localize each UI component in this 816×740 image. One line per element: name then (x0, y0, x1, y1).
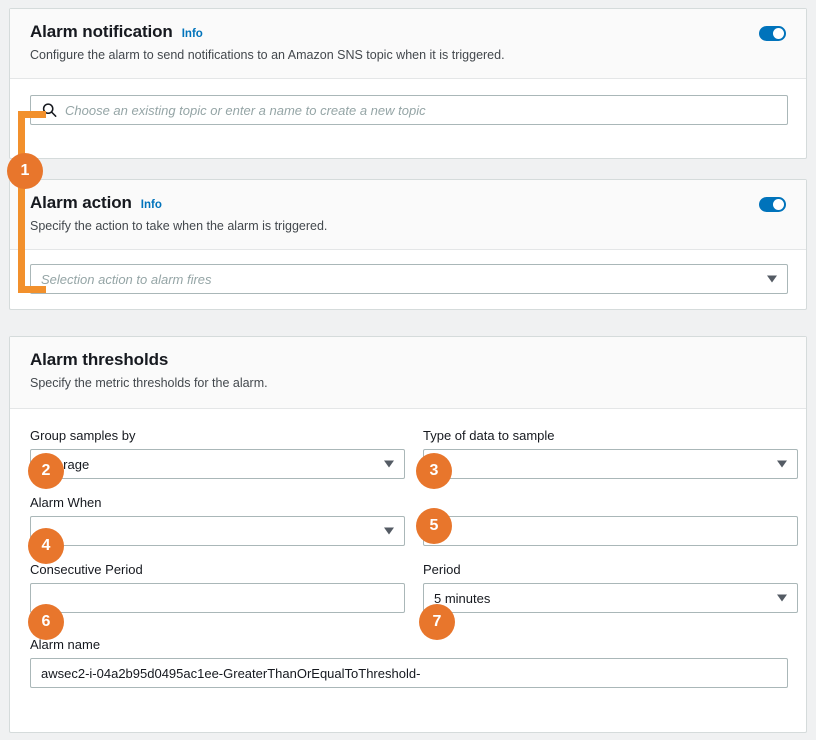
consecutive-period-input[interactable] (30, 583, 405, 613)
alarm-name-input[interactable]: awsec2-i-04a2b95d0495ac1ee-GreaterThanOr… (30, 658, 788, 688)
alarm-notification-card: Alarm notification Info Configure the al… (9, 8, 807, 159)
threshold-value-field (423, 495, 798, 546)
alarm-notification-toggle[interactable] (759, 26, 786, 41)
alarm-action-info-link[interactable]: Info (141, 199, 162, 211)
alarm-notification-info-link[interactable]: Info (182, 28, 203, 40)
type-of-data-to-sample-select[interactable] (423, 449, 798, 479)
annotation-badge-1: 1 (7, 153, 43, 189)
group-samples-by-label: Group samples by (30, 428, 405, 444)
alarm-thresholds-body: Group samples by Average Type of data to… (10, 409, 806, 706)
alarm-action-header: Alarm action Info Specify the action to … (10, 180, 806, 250)
alarm-name-field: Alarm name awsec2-i-04a2b95d0495ac1ee-Gr… (30, 637, 786, 688)
alarm-when-label: Alarm When (30, 495, 405, 511)
chevron-down-icon (777, 461, 787, 468)
alarm-when-select[interactable] (30, 516, 405, 546)
group-samples-by-select[interactable]: Average (30, 449, 405, 479)
annotation-badge-7: 7 (419, 604, 455, 640)
annotation-badge-4-number: 4 (42, 537, 51, 555)
chevron-down-icon (384, 528, 394, 535)
alarm-notification-description: Configure the alarm to send notification… (30, 47, 786, 64)
type-of-data-to-sample-label: Type of data to sample (423, 428, 798, 444)
bracket-bottom-arm (18, 286, 46, 293)
sns-topic-placeholder: Choose an existing topic or enter a name… (65, 103, 426, 118)
alarm-action-description: Specify the action to take when the alar… (30, 218, 786, 235)
period-value: 5 minutes (434, 591, 490, 606)
annotation-badge-2: 2 (28, 453, 64, 489)
alarm-configuration-page: Alarm notification Info Configure the al… (0, 0, 816, 740)
alarm-thresholds-header: Alarm thresholds Specify the metric thre… (10, 337, 806, 409)
annotation-badge-2-number: 2 (42, 462, 51, 480)
alarm-name-label: Alarm name (30, 637, 786, 653)
bracket-vertical-line (18, 111, 25, 293)
threshold-value-input[interactable] (423, 516, 798, 546)
annotation-badge-6: 6 (28, 604, 64, 640)
alarm-thresholds-card: Alarm thresholds Specify the metric thre… (9, 336, 807, 733)
annotation-badge-3: 3 (416, 453, 452, 489)
consecutive-period-label: Consecutive Period (30, 562, 405, 578)
bracket-top-arm (18, 111, 46, 118)
chevron-down-icon (767, 276, 777, 283)
alarm-action-select[interactable]: Selection action to alarm fires (30, 264, 788, 294)
alarm-action-body: Selection action to alarm fires (10, 250, 806, 312)
alarm-thresholds-description: Specify the metric thresholds for the al… (30, 375, 786, 392)
alarm-action-toggle[interactable] (759, 197, 786, 212)
annotation-badge-1-number: 1 (21, 162, 30, 180)
annotation-badge-5: 5 (416, 508, 452, 544)
alarm-action-placeholder: Selection action to alarm fires (41, 272, 212, 287)
group-samples-by-field: Group samples by Average (30, 428, 405, 479)
annotation-badge-3-number: 3 (430, 462, 439, 480)
alarm-notification-title: Alarm notification (30, 22, 173, 42)
period-select[interactable]: 5 minutes (423, 583, 798, 613)
type-of-data-to-sample-field: Type of data to sample (423, 428, 798, 479)
chevron-down-icon (384, 461, 394, 468)
alarm-action-card: Alarm action Info Specify the action to … (9, 179, 807, 310)
annotation-badge-6-number: 6 (42, 613, 51, 631)
alarm-notification-header: Alarm notification Info Configure the al… (10, 9, 806, 79)
sns-topic-search-input[interactable]: Choose an existing topic or enter a name… (30, 95, 788, 125)
alarm-notification-body: Choose an existing topic or enter a name… (10, 79, 806, 143)
annotation-badge-4: 4 (28, 528, 64, 564)
thresholds-grid: Group samples by Average Type of data to… (30, 428, 786, 613)
alarm-thresholds-title: Alarm thresholds (30, 350, 168, 370)
alarm-when-field: Alarm When (30, 495, 405, 546)
annotation-badge-7-number: 7 (433, 613, 442, 631)
chevron-down-icon (777, 595, 787, 602)
period-field: Period 5 minutes (423, 562, 798, 613)
consecutive-period-field: Consecutive Period (30, 562, 405, 613)
annotation-connector-bracket (18, 111, 46, 293)
period-label: Period (423, 562, 798, 578)
alarm-name-value: awsec2-i-04a2b95d0495ac1ee-GreaterThanOr… (41, 666, 420, 681)
annotation-badge-5-number: 5 (430, 517, 439, 535)
